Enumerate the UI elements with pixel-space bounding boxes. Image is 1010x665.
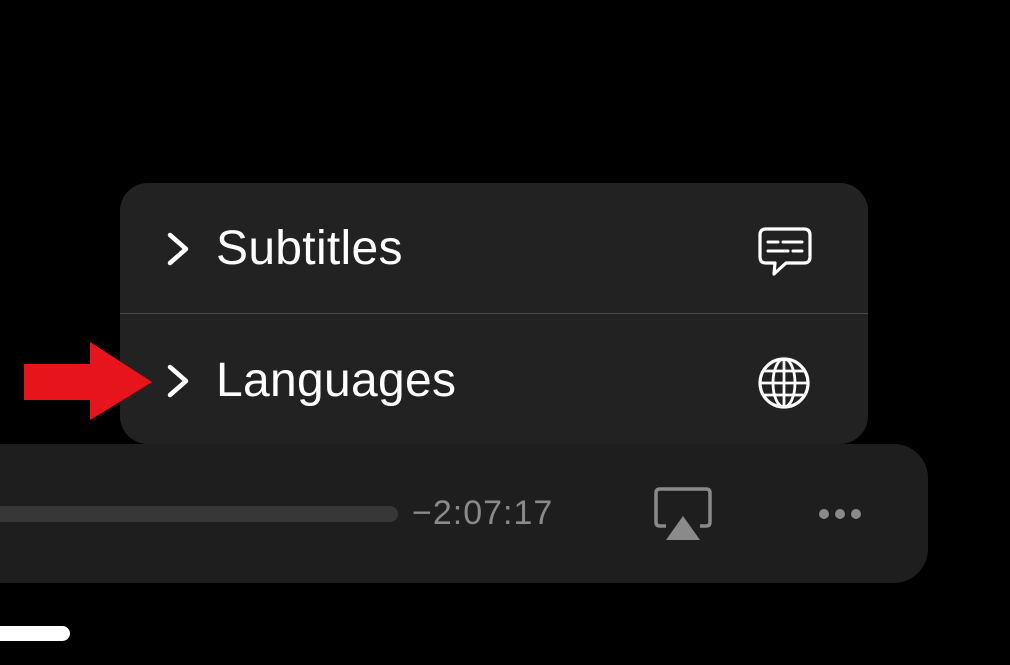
playback-scrubber[interactable]	[0, 506, 398, 522]
more-ellipsis-icon[interactable]	[812, 500, 868, 528]
airplay-icon[interactable]	[652, 486, 714, 542]
red-arrow-icon	[24, 342, 152, 420]
menu-item-languages[interactable]: Languages	[120, 315, 868, 444]
menu-item-languages-label: Languages	[216, 354, 457, 407]
time-remaining: −2:07:17	[412, 494, 554, 532]
home-indicator	[0, 626, 70, 641]
menu-item-subtitles[interactable]: Subtitles	[120, 183, 868, 313]
chevron-right-icon	[167, 232, 189, 266]
subtitles-speech-bubble-icon	[758, 227, 812, 276]
audio-subtitles-menu: Subtitles Languages	[120, 183, 868, 444]
globe-icon	[758, 357, 810, 409]
menu-divider	[120, 313, 868, 314]
chevron-right-icon	[167, 364, 189, 398]
menu-item-subtitles-label: Subtitles	[216, 222, 403, 275]
